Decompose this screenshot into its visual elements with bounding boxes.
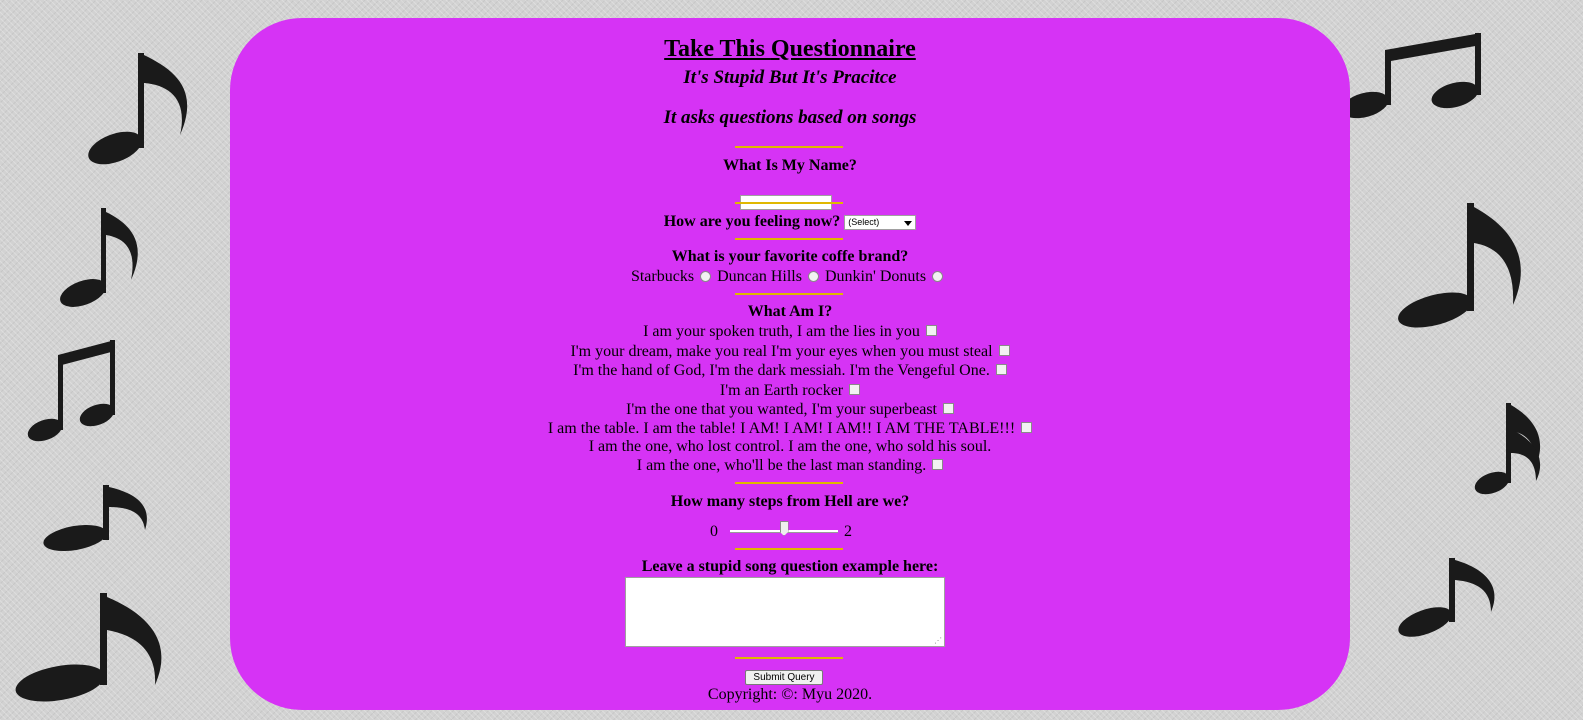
double-note-icon (27, 340, 115, 442)
double-note-icon (1341, 33, 1481, 119)
music-note-icon (1398, 203, 1521, 328)
separator (735, 146, 843, 148)
questionnaire-panel: Take This Questionnaire It's Stupid But … (230, 18, 1350, 710)
separator (735, 293, 843, 295)
submit-button[interactable]: Submit Query (745, 670, 823, 685)
comment-textarea[interactable]: ⋰ (625, 577, 945, 647)
what-am-i-option: I am the one, who'll be the last man sta… (230, 457, 1350, 475)
steps-question-label: How many steps from Hell are we? (670, 493, 910, 510)
separator (735, 202, 843, 204)
what-am-i-checkbox[interactable] (1021, 422, 1033, 434)
what-am-i-option: I'm your dream, make you real I'm your e… (230, 343, 1350, 361)
feeling-select-value: (Select) (848, 216, 880, 227)
music-note-icon (43, 485, 147, 552)
what-am-i-question-label: What Am I? (747, 303, 833, 320)
coffee-radio-duncan-hills[interactable] (807, 270, 819, 282)
option-label: I'm an Earth rocker (719, 382, 844, 399)
what-am-i-option: I'm the one that you wanted, I'm your su… (230, 401, 1350, 419)
coffee-option-label: Starbucks (630, 268, 695, 285)
what-am-i-checkbox[interactable] (925, 325, 937, 337)
separator (735, 238, 843, 240)
what-am-i-option: I'm an Earth rocker (230, 382, 1350, 400)
option-label: I'm the hand of God, I'm the dark messia… (573, 362, 990, 379)
coffee-option-label: Dunkin' Donuts (824, 268, 927, 285)
music-note-icon (88, 53, 188, 165)
subtitle-description: It asks questions based on songs (663, 107, 917, 128)
music-note-icon (1398, 558, 1495, 637)
what-am-i-option: I am your spoken truth, I am the lies in… (230, 323, 1350, 341)
slider-max-label: 2 (844, 523, 852, 540)
what-am-i-checkbox[interactable] (932, 459, 944, 471)
separator (735, 657, 843, 659)
coffee-options: Starbucks Duncan Hills Dunkin' Donuts (230, 268, 1350, 286)
chevron-down-icon (904, 220, 913, 226)
name-question-label: What Is My Name? (723, 157, 857, 174)
what-am-i-checkbox[interactable] (998, 345, 1010, 357)
steps-slider-thumb[interactable] (779, 521, 789, 536)
what-am-i-option: I am the one, who lost control. I am the… (230, 438, 1350, 456)
music-note-icon (1474, 403, 1541, 495)
slider-min-label: 0 (710, 523, 718, 540)
music-note-icon (15, 593, 162, 702)
option-label: I am the one, who lost control. I am the… (588, 438, 992, 455)
subtitle: It's Stupid But It's Pracitce (683, 67, 897, 88)
separator (735, 548, 843, 550)
option-label: I am the one, who'll be the last man sta… (636, 457, 927, 474)
copyright-footer: Copyright: ©: Myu 2020. (707, 686, 873, 703)
separator (735, 482, 843, 484)
what-am-i-option: I am the table. I am the table! I AM! I … (230, 420, 1350, 438)
coffee-radio-starbucks[interactable] (700, 270, 712, 282)
coffee-question-label: What is your favorite coffe brand? (671, 248, 909, 265)
what-am-i-checkbox[interactable] (995, 364, 1007, 376)
what-am-i-checkbox[interactable] (943, 403, 954, 415)
feeling-select[interactable]: (Select) (844, 214, 917, 230)
steps-slider-row: 0 2 (230, 521, 1350, 541)
option-label: I am your spoken truth, I am the lies in… (643, 323, 920, 340)
coffee-option-label: Duncan Hills (717, 268, 802, 285)
what-am-i-option: I'm the hand of God, I'm the dark messia… (230, 362, 1350, 380)
option-label: I'm your dream, make you real I'm your e… (570, 343, 993, 360)
feeling-question: How are you feeling now? (Select) (230, 213, 1350, 231)
what-am-i-checkbox[interactable] (849, 384, 861, 396)
coffee-radio-dunkin-donuts[interactable] (932, 270, 944, 282)
comment-question-label: Leave a stupid song question example her… (641, 558, 939, 575)
option-label: I'm the one that you wanted, I'm your su… (625, 401, 937, 418)
music-note-icon (60, 208, 138, 307)
feeling-question-label: How are you feeling now? (663, 213, 841, 230)
page-title: Take This Questionnaire (664, 36, 916, 62)
resize-grip-icon[interactable]: ⋰ (934, 637, 942, 645)
option-label: I am the table. I am the table! I AM! I … (547, 420, 1016, 437)
